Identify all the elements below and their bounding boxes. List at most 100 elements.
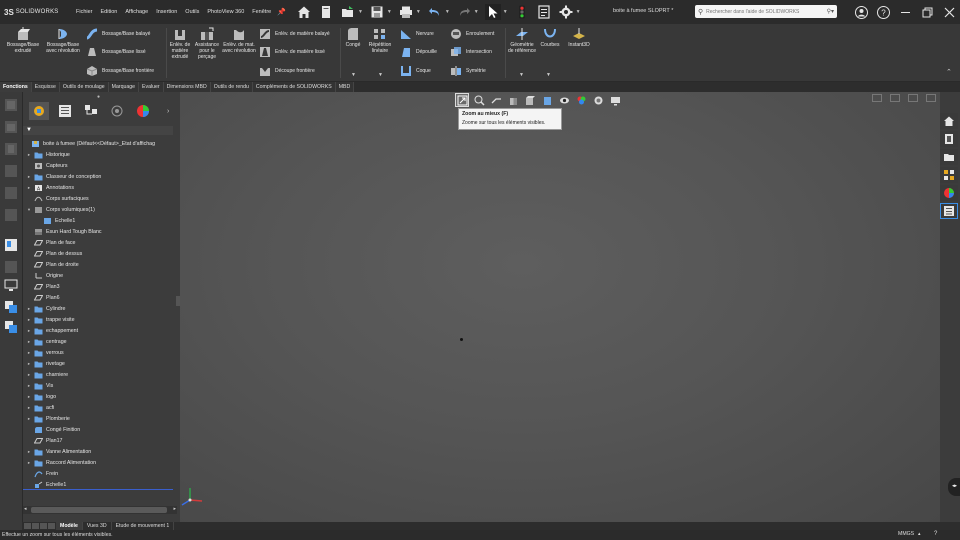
minimize-icon[interactable] — [894, 0, 916, 24]
viewport-tile-icon[interactable] — [890, 94, 900, 102]
unit-system-caret-icon[interactable]: ▴ — [918, 531, 921, 537]
print-icon[interactable] — [398, 4, 414, 20]
previous-view-icon[interactable] — [489, 93, 503, 107]
edit-appearance-icon[interactable] — [574, 93, 588, 107]
cut-tool-icon[interactable] — [4, 142, 18, 156]
view-settings-icon[interactable] — [608, 93, 622, 107]
options-gear-icon[interactable] — [558, 4, 574, 20]
tree-item[interactable]: Plan3 — [23, 281, 177, 292]
open-caret-icon[interactable]: ▼ — [358, 9, 363, 15]
tree-filter-bar[interactable]: ▼ — [23, 126, 173, 135]
tree-expander-icon[interactable]: ▸ — [26, 306, 32, 312]
tree-expander-icon[interactable]: ▸ — [26, 449, 32, 455]
menu-fichier[interactable]: Fichier — [72, 9, 97, 15]
last-tab-icon[interactable] — [48, 523, 55, 529]
task-pane-expand-handle[interactable]: ◂▸ — [948, 478, 960, 496]
tree-expander-icon[interactable]: ▸ — [26, 372, 32, 378]
graphics-area[interactable]: Zoom au mieux (F) Zoome sur tous les élé… — [180, 92, 940, 522]
options-caret-icon[interactable]: ▼ — [576, 9, 581, 15]
tree-item[interactable]: Plan de face — [23, 237, 177, 248]
redo-icon[interactable] — [456, 4, 472, 20]
status-help-icon[interactable]: ? — [934, 531, 937, 537]
tree-item[interactable]: ▸ Plomberie — [23, 413, 177, 424]
tree-item[interactable]: ▸ Raccord Alimentation — [23, 457, 177, 468]
paste-tool-icon[interactable] — [4, 320, 18, 334]
tree-item[interactable]: ▸ charniere — [23, 369, 177, 380]
tree-item[interactable]: ▸ echappement — [23, 325, 177, 336]
curves-caret-icon[interactable]: ▼ — [546, 72, 551, 78]
fillet-caret-icon[interactable]: ▼ — [351, 72, 356, 78]
restore-icon[interactable] — [916, 0, 938, 24]
tree-item[interactable]: Echelle1 — [23, 215, 177, 226]
help-icon[interactable]: ? — [872, 0, 894, 24]
cut-boundary-button[interactable]: Découpe frontière — [259, 65, 315, 77]
shell-button[interactable]: Coque — [400, 65, 431, 77]
mirror-tool-icon[interactable] — [4, 208, 18, 222]
wrap-button[interactable]: Enroulement — [450, 28, 494, 40]
tree-item[interactable]: Plan de droite — [23, 259, 177, 270]
tree-expander-icon[interactable]: ▸ — [26, 350, 32, 356]
tree-item[interactable]: ▸ centrage — [23, 336, 177, 347]
tree-item[interactable]: Corps surfaciques — [23, 193, 177, 204]
undo-caret-icon[interactable]: ▼ — [445, 9, 450, 15]
tab-dimensions-mbd[interactable]: Dimensions MBD — [163, 82, 211, 92]
menu-edition[interactable]: Edition — [97, 9, 122, 15]
hole-wizard-button[interactable]: Assistance pour le perçage — [193, 27, 221, 60]
tree-expander-icon[interactable]: ▸ — [26, 405, 32, 411]
pattern-caret-icon[interactable]: ▼ — [378, 72, 383, 78]
tab-property-manager[interactable] — [55, 102, 75, 120]
apply-scene-icon[interactable] — [591, 93, 605, 107]
design-library-icon[interactable] — [940, 131, 958, 147]
pin-icon[interactable]: 📌 — [277, 8, 286, 16]
tree-expander-icon[interactable]: ▸ — [26, 339, 32, 345]
tree-item[interactable]: Origine — [23, 270, 177, 281]
search-dropdown-icon[interactable]: ⚲▾ — [827, 8, 834, 15]
boss-revolve-button[interactable]: Bossage/Base avec révolution — [44, 27, 82, 54]
display-style-icon[interactable] — [540, 93, 554, 107]
tree-item[interactable]: Plan17 — [23, 435, 177, 446]
reference-geometry-button[interactable]: Géométrie de référence — [507, 27, 537, 54]
home-icon[interactable] — [296, 4, 312, 20]
pattern-tool-icon[interactable] — [4, 186, 18, 200]
file-explorer-icon[interactable] — [940, 149, 958, 165]
filter-icon[interactable]: ▼ — [26, 127, 32, 133]
cut-sweep-button[interactable]: Enlèv. de matière balayé — [259, 28, 330, 40]
tree-item[interactable]: ▸ logo — [23, 391, 177, 402]
tree-expander-icon[interactable]: ▸ — [26, 383, 32, 389]
copy-tool-icon[interactable] — [4, 300, 18, 314]
tree-expander-icon[interactable]: ▾ — [26, 207, 32, 213]
sketch-tool-icon[interactable] — [4, 98, 18, 112]
draft-button[interactable]: Dépouille — [400, 46, 437, 58]
tree-item[interactable]: ▸ acfi — [23, 402, 177, 413]
tab-dimxpert-manager[interactable] — [107, 102, 127, 120]
view-orientation-icon[interactable] — [523, 93, 537, 107]
menu-insertion[interactable]: Insertion — [152, 9, 181, 15]
tab-outils-moulage[interactable]: Outils de moulage — [59, 82, 109, 92]
tab-feature-tree[interactable] — [29, 102, 49, 120]
tab-etude-mouvement[interactable]: Etude de mouvement 1 — [112, 522, 175, 530]
display-monitor-icon[interactable] — [4, 278, 18, 292]
tree-item[interactable]: ▸ trappe visite — [23, 314, 177, 325]
menu-outils[interactable]: Outils — [181, 9, 203, 15]
intersect-button[interactable]: Intersection — [450, 46, 492, 58]
solidworks-resources-icon[interactable] — [940, 113, 958, 129]
tabs-more-icon[interactable]: › — [167, 108, 169, 115]
view-palette-icon[interactable] — [940, 167, 958, 183]
boss-loft-button[interactable]: Bossage/Base lissé — [86, 46, 146, 58]
new-document-icon[interactable] — [318, 4, 334, 20]
zoom-to-fit-icon[interactable] — [455, 93, 469, 107]
custom-properties-icon[interactable] — [940, 203, 958, 219]
scrollbar-thumb[interactable] — [31, 507, 167, 513]
boss-boundary-button[interactable]: Bossage/Base frontière — [86, 65, 154, 77]
tree-expander-icon[interactable]: ▸ — [26, 174, 32, 180]
viewport-minimize-icon[interactable] — [872, 94, 882, 102]
scroll-right-icon[interactable]: ▸ — [173, 506, 176, 512]
tree-item[interactable]: Plan de dessus — [23, 248, 177, 259]
tree-item[interactable]: Capteurs — [23, 160, 177, 171]
viewport-close-icon[interactable] — [926, 94, 936, 102]
tab-complements[interactable]: Compléments de SOLIDWORKS — [252, 82, 336, 92]
tree-expander-icon[interactable]: ▸ — [26, 460, 32, 466]
boss-extrude-button[interactable]: Bossage/Base extrudé — [2, 27, 44, 54]
redo-caret-icon[interactable]: ▼ — [474, 9, 479, 15]
tree-item[interactable]: Frein — [23, 468, 177, 479]
